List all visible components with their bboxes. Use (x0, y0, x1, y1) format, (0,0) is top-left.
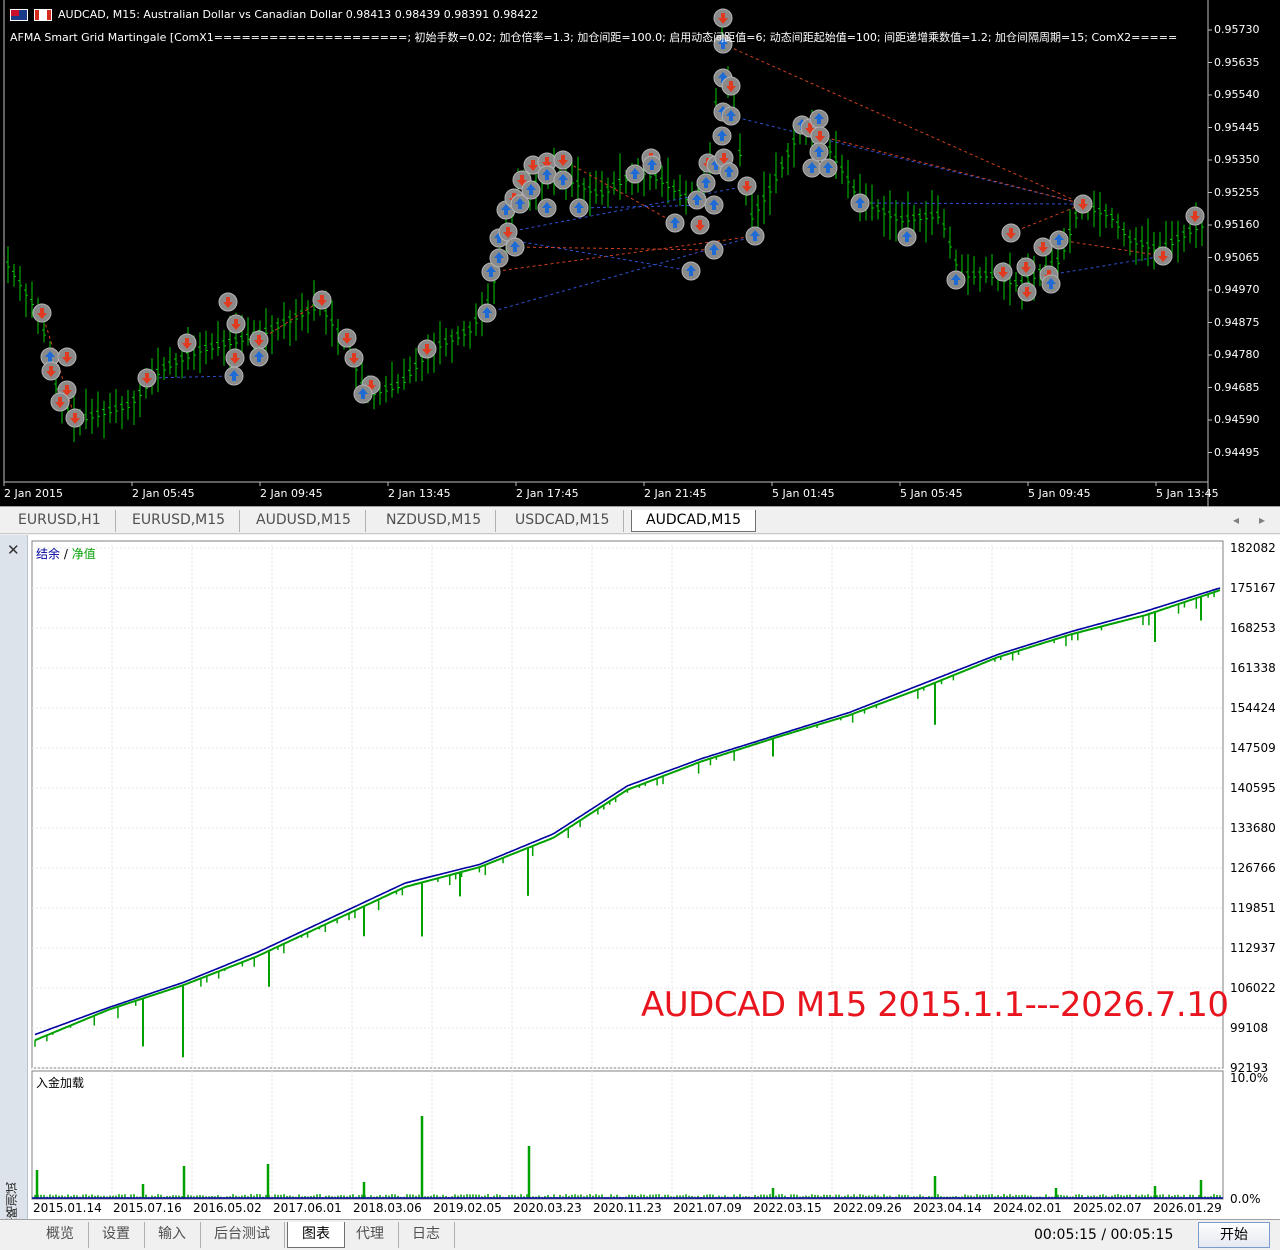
tester-tab-bar: 概览 设置 输入 后台测试 图表 代理 日志 00:05:15 / 00:05:15 开始 (0, 1219, 1280, 1250)
close-icon[interactable]: ✕ (7, 541, 20, 559)
equity-tick-label: 175167 (1230, 581, 1276, 595)
equity-chart-canvas[interactable] (0, 0, 1280, 1250)
equity-tick-label: 99108 (1230, 1021, 1269, 1035)
date-tick-label: 2019.02.05 (433, 1201, 502, 1215)
elapsed-timer: 00:05:15 / 00:05:15 (1034, 1227, 1174, 1243)
equity-legend: 结余 / 净值 (36, 545, 96, 562)
equity-tick-label: 126766 (1230, 861, 1276, 875)
date-tick-label: 2020.03.23 (513, 1201, 582, 1215)
date-tick-label: 2015.01.14 (33, 1201, 102, 1215)
deposit-load-label: 入金加载 (36, 1076, 85, 1090)
equity-tick-label: 147509 (1230, 741, 1276, 755)
tab-overview[interactable]: 概览 (32, 1222, 89, 1248)
date-tick-label: 2022.09.26 (833, 1201, 902, 1215)
equity-tick-label: 112937 (1230, 941, 1276, 955)
equity-tick-label: 182082 (1230, 541, 1276, 555)
overlay-title: AUDCAD M15 2015.1.1---2026.7.10 (641, 985, 1229, 1025)
date-tick-label: 2022.03.15 (753, 1201, 822, 1215)
date-tick-label: 2025.02.07 (1073, 1201, 1142, 1215)
date-tick-label: 2020.11.23 (593, 1201, 662, 1215)
equity-tick-label: 106022 (1230, 981, 1276, 995)
tab-graph[interactable]: 图表 (287, 1222, 345, 1248)
date-tick-label: 2026.01.29 (1153, 1201, 1222, 1215)
date-tick-label: 2017.06.01 (273, 1201, 342, 1215)
date-tick-label: 2021.07.09 (673, 1201, 742, 1215)
load-tick-label: 0.0% (1230, 1192, 1261, 1206)
equity-tick-label: 140595 (1230, 781, 1276, 795)
equity-tick-label: 119851 (1230, 901, 1276, 915)
legend-equity: 净值 (71, 547, 96, 561)
equity-tick-label: 168253 (1230, 621, 1276, 635)
legend-balance: 结余 (36, 547, 61, 561)
tab-journal[interactable]: 日志 (398, 1222, 455, 1248)
tab-settings[interactable]: 设置 (88, 1222, 145, 1248)
date-tick-label: 2024.02.01 (993, 1201, 1062, 1215)
date-tick-label: 2023.04.14 (913, 1201, 982, 1215)
load-tick-label: 10.0% (1230, 1071, 1269, 1085)
equity-tick-label: 133680 (1230, 821, 1276, 835)
tab-inputs[interactable]: 输入 (144, 1222, 201, 1248)
tester-side-strip: ✕ (0, 535, 28, 1222)
equity-tick-label: 161338 (1230, 661, 1276, 675)
legend-separator: / (60, 547, 72, 561)
date-tick-label: 2018.03.06 (353, 1201, 422, 1215)
equity-tick-label: 154424 (1230, 701, 1276, 715)
start-button[interactable]: 开始 (1198, 1222, 1270, 1248)
tab-backtest[interactable]: 后台测试 (200, 1222, 285, 1248)
tab-agents[interactable]: 代理 (342, 1222, 399, 1248)
date-tick-label: 2015.07.16 (113, 1201, 182, 1215)
date-tick-label: 2016.05.02 (193, 1201, 262, 1215)
